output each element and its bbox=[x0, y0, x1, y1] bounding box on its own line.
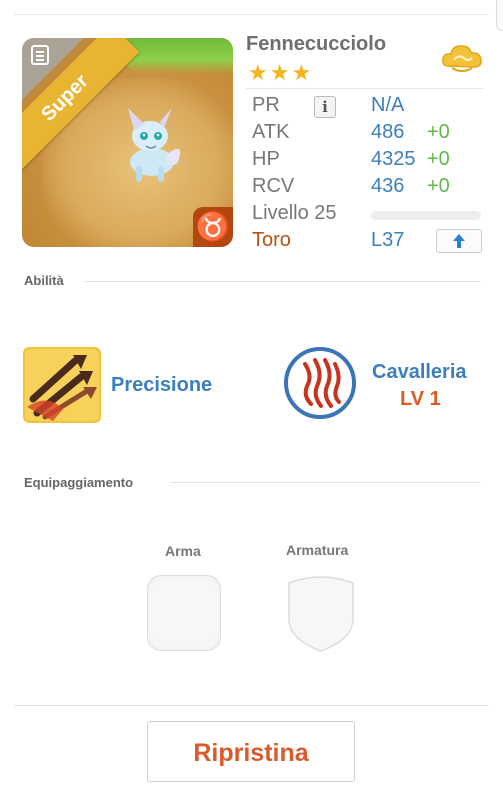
info-icon[interactable]: i bbox=[314, 96, 336, 118]
atk-bonus: +0 bbox=[427, 121, 450, 143]
atk-label: ATK bbox=[252, 121, 290, 143]
equipment-header: Equipaggiamento bbox=[24, 475, 134, 490]
equipment-divider bbox=[170, 482, 481, 483]
reset-button[interactable]: Ripristina bbox=[147, 721, 355, 782]
armor-label: Armatura bbox=[286, 542, 349, 558]
hp-bonus: +0 bbox=[427, 148, 450, 170]
sign-level: L37 bbox=[371, 229, 405, 251]
skill-precision-name[interactable]: Precisione bbox=[111, 374, 212, 397]
atk-value: 486 bbox=[371, 121, 405, 143]
skill-cavalry-level: LV 1 bbox=[400, 388, 441, 410]
pr-value: N/A bbox=[371, 94, 405, 116]
sign-label: Toro bbox=[252, 229, 291, 251]
abilities-header: Abilità bbox=[24, 273, 64, 288]
hp-label: HP bbox=[252, 148, 280, 170]
upgrade-button[interactable] bbox=[436, 229, 482, 253]
armor-slot-shield-icon[interactable] bbox=[285, 573, 357, 653]
document-icon[interactable] bbox=[30, 44, 50, 66]
star-rating: ★★★ bbox=[248, 60, 314, 85]
taurus-sign-icon: ♉ bbox=[193, 207, 233, 247]
weapon-label: Arma bbox=[165, 543, 201, 559]
precision-arrows-icon[interactable] bbox=[23, 347, 101, 423]
claw-cavalry-icon[interactable] bbox=[283, 346, 357, 420]
weapon-slot[interactable] bbox=[147, 575, 221, 651]
abilities-divider bbox=[84, 281, 481, 282]
rcv-label: RCV bbox=[252, 175, 295, 197]
scroll-indicator bbox=[496, 0, 503, 31]
top-divider bbox=[14, 14, 489, 15]
skill-cavalry-name[interactable]: Cavalleria bbox=[372, 361, 467, 384]
level-progress-bar bbox=[371, 211, 481, 220]
hp-value: 4325 bbox=[371, 148, 416, 170]
creature-name: Fennecucciolo bbox=[246, 33, 387, 55]
cloud-element-icon[interactable] bbox=[440, 40, 484, 76]
name-divider bbox=[246, 88, 484, 89]
pr-label: PR bbox=[252, 94, 280, 116]
creature-portrait[interactable]: Super ♉ bbox=[22, 38, 233, 247]
fox-creature-icon bbox=[128, 108, 181, 182]
rcv-value: 436 bbox=[371, 175, 405, 197]
bottom-divider bbox=[14, 705, 489, 706]
arrow-up-icon bbox=[453, 234, 465, 248]
level-label: Livello 25 bbox=[252, 202, 337, 224]
rcv-bonus: +0 bbox=[427, 175, 450, 197]
